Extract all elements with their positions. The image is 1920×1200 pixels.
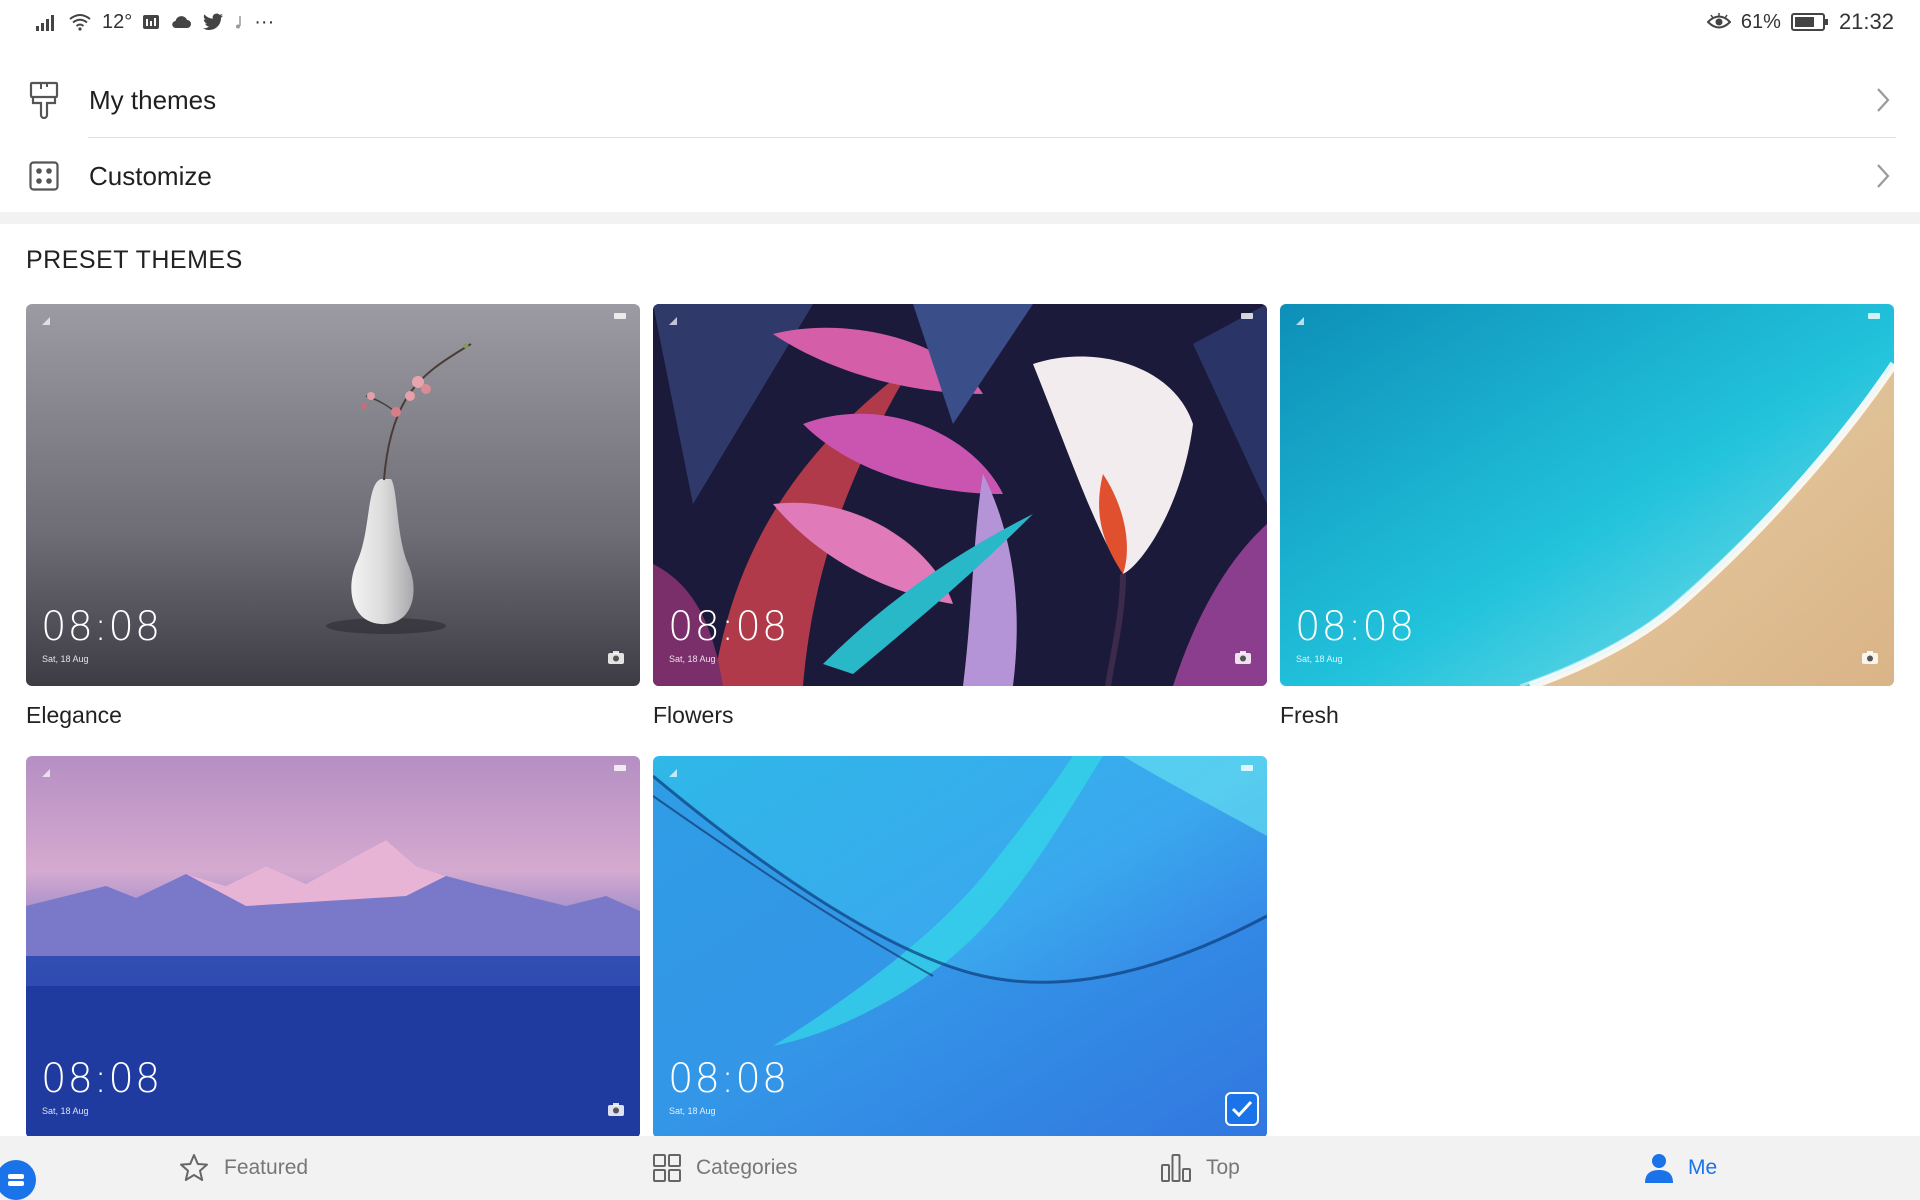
- nav-label: Featured: [224, 1156, 309, 1179]
- nav-label: Top: [1206, 1156, 1240, 1179]
- lock-date: Sat, 18 Aug: [669, 1106, 716, 1116]
- gallery-icon: [143, 15, 160, 29]
- lock-time: 08:08: [668, 1056, 789, 1102]
- lock-date: Sat, 18 Aug: [42, 1106, 89, 1116]
- status-bar: 12° ··· 61% 21:32: [0, 0, 1920, 44]
- signal-icon: [36, 15, 54, 31]
- lock-date: Sat, 18 Aug: [669, 654, 716, 664]
- theme-card-flowers[interactable]: 08:08 Sat, 18 Aug Flowers: [653, 304, 1267, 729]
- theme-card-fresh[interactable]: 08:08 Sat, 18 Aug Fresh: [1280, 304, 1894, 729]
- bottom-nav: Featured Categories Top Me: [0, 1136, 1920, 1200]
- nav-categories[interactable]: Categories: [652, 1136, 798, 1200]
- theme-card-waves[interactable]: 08:08 Sat, 18 Aug: [653, 756, 1267, 1138]
- camera-icon: [608, 651, 624, 664]
- lock-time: 08:08: [41, 1056, 162, 1102]
- theme-thumbnail: 08:08 Sat, 18 Aug: [26, 756, 640, 1138]
- grid-dots-icon: [29, 157, 59, 195]
- battery-icon: [1868, 313, 1880, 319]
- twitter-icon: [203, 13, 224, 31]
- theme-thumbnail: 08:08 Sat, 18 Aug: [26, 304, 640, 686]
- more-notifications: ···: [254, 10, 275, 33]
- camera-icon: [608, 1103, 624, 1116]
- theme-name: Fresh: [1280, 702, 1339, 728]
- status-left: 12° ···: [36, 11, 274, 34]
- battery-percent: 61%: [1740, 10, 1781, 33]
- lock-time: 08:08: [1295, 604, 1416, 650]
- categories-icon: [653, 1154, 681, 1182]
- lock-date: Sat, 18 Aug: [42, 654, 89, 664]
- selected-check-icon: [1225, 1092, 1259, 1126]
- nav-top[interactable]: Top: [1160, 1136, 1240, 1200]
- battery-icon: [614, 765, 626, 771]
- battery-icon: [614, 313, 626, 319]
- customize-row[interactable]: Customize: [0, 138, 1920, 214]
- person-icon: [1645, 1154, 1673, 1183]
- lock-time: 08:08: [668, 604, 789, 650]
- eye-comfort-icon: [1706, 13, 1731, 29]
- signal-icon: [42, 764, 50, 777]
- battery-icon: [1241, 765, 1253, 771]
- dock-icon: [8, 1174, 24, 1186]
- star-icon: [180, 1154, 208, 1181]
- camera-icon: [1235, 651, 1251, 664]
- theme-name: Flowers: [653, 702, 734, 728]
- section-title: PRESET THEMES: [26, 246, 243, 274]
- battery-icon: [1790, 13, 1828, 31]
- chevron-right-icon: [1877, 88, 1890, 112]
- theme-thumbnail: 08:08 Sat, 18 Aug: [1280, 304, 1894, 686]
- clock: 21:32: [1838, 9, 1894, 34]
- temperature: 12°: [102, 10, 133, 33]
- theme-name: Elegance: [26, 702, 122, 728]
- status-right: 61% 21:32: [1706, 9, 1894, 35]
- wifi-icon: [69, 14, 91, 31]
- nav-label: Categories: [696, 1156, 798, 1179]
- nav-label: Me: [1688, 1156, 1718, 1179]
- chevron-right-icon: [1877, 164, 1890, 188]
- theme-card-elegance[interactable]: 08:08 Sat, 18 Aug Elegance: [26, 304, 640, 729]
- lock-date: Sat, 18 Aug: [1296, 654, 1343, 664]
- battery-icon: [1241, 313, 1253, 319]
- nav-me[interactable]: Me: [1644, 1136, 1717, 1200]
- signal-icon: [669, 764, 677, 777]
- signal-icon: [669, 312, 677, 325]
- lock-time: 08:08: [41, 604, 162, 650]
- theme-thumbnail: 08:08 Sat, 18 Aug: [653, 304, 1267, 686]
- theme-card-mountains[interactable]: 08:08 Sat, 18 Aug: [26, 756, 640, 1138]
- menu-list: My themes Customize: [0, 62, 1920, 214]
- nav-featured[interactable]: Featured: [178, 1136, 308, 1200]
- camera-icon: [1862, 651, 1878, 664]
- customize-label: Customize: [89, 160, 212, 191]
- section-separator: [0, 212, 1920, 224]
- my-themes-row[interactable]: My themes: [0, 62, 1920, 138]
- cloud-icon: [172, 16, 192, 29]
- music-note-icon: [236, 16, 241, 29]
- bar-chart-icon: [1161, 1154, 1191, 1182]
- theme-thumbnail: 08:08 Sat, 18 Aug: [653, 756, 1267, 1138]
- my-themes-label: My themes: [89, 84, 217, 115]
- paintbrush-icon: [29, 81, 59, 119]
- signal-icon: [1296, 312, 1304, 325]
- signal-icon: [42, 312, 50, 325]
